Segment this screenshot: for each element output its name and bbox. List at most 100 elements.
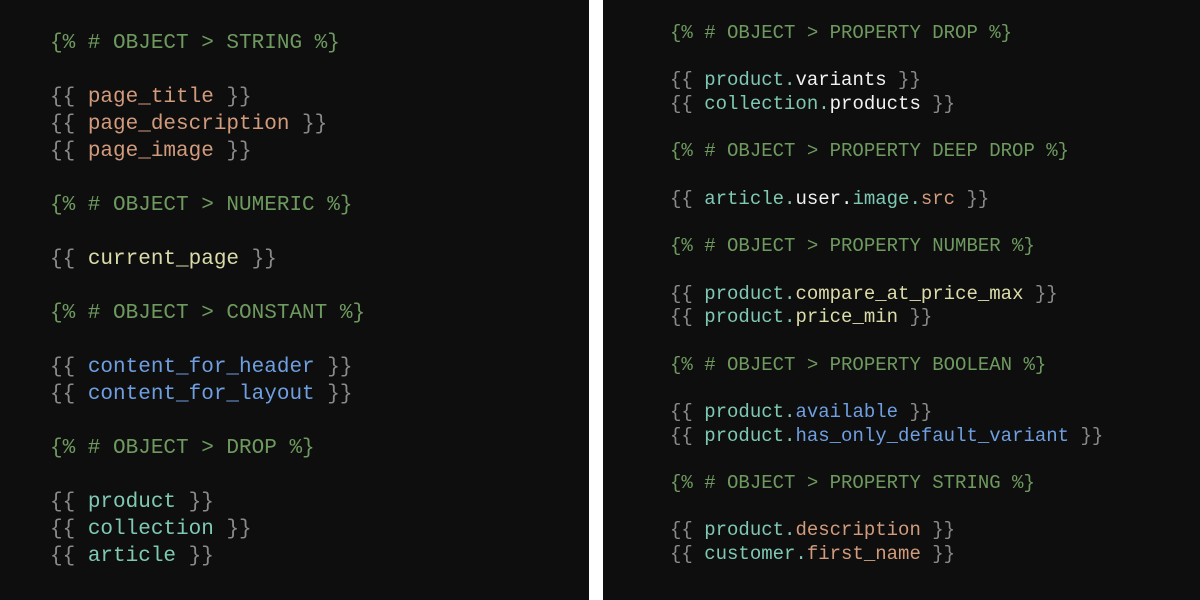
code-line: {{ product.variants }} <box>670 69 1200 93</box>
liquid-delimiter: }} <box>1023 282 1058 305</box>
liquid-delimiter: }} <box>955 187 990 210</box>
liquid-delimiter: {{ <box>670 306 705 329</box>
liquid-delimiter: {{ <box>670 69 705 92</box>
object-variable: collection <box>87 518 214 541</box>
liquid-delimiter: }} <box>176 491 214 514</box>
string-variable: page_title <box>87 86 214 109</box>
liquid-delimiter: {{ <box>50 86 88 109</box>
code-line: {% # OBJECT > PROPERTY NUMBER %} <box>670 235 1200 259</box>
liquid-delimiter: {{ <box>50 356 88 379</box>
liquid-delimiter: }} <box>920 543 956 566</box>
code-line: {{ product }} <box>50 489 589 516</box>
liquid-delimiter: }} <box>314 356 353 379</box>
liquid-delimiter: {{ <box>50 491 88 514</box>
liquid-delimiter: }} <box>1069 424 1104 447</box>
code-line: {{ product.description }} <box>670 519 1200 543</box>
object-variable: customer. <box>704 543 807 566</box>
liquid-delimiter: }} <box>920 519 956 542</box>
constant-variable: available <box>795 401 899 423</box>
code-comment: {% # OBJECT > NUMERIC %} <box>50 194 353 217</box>
object-variable: product. <box>704 424 796 447</box>
object-variable: product. <box>704 69 796 92</box>
code-line: {{ customer.first_name }} <box>670 543 1200 567</box>
liquid-delimiter: }} <box>314 383 353 406</box>
liquid-delimiter: {{ <box>670 282 705 305</box>
liquid-delimiter: {{ <box>670 93 705 116</box>
liquid-delimiter: {{ <box>670 543 705 566</box>
code-line: {% # OBJECT > PROPERTY DROP %} <box>670 22 1200 46</box>
code-line: {{ product.price_min }} <box>670 306 1200 330</box>
code-line: {% # OBJECT > PROPERTY DEEP DROP %} <box>670 140 1200 164</box>
object-variable: product. <box>704 306 796 329</box>
code-line: {{ collection.products }} <box>670 93 1200 117</box>
code-comment: {% # OBJECT > PROPERTY NUMBER %} <box>670 235 1035 258</box>
constant-variable: content_for_header <box>87 356 315 379</box>
constant-variable: content_for_layout <box>87 383 315 406</box>
code-comment: {% # OBJECT > PROPERTY STRING %} <box>670 472 1035 495</box>
code-line: {% # OBJECT > DROP %} <box>50 435 589 462</box>
liquid-delimiter: {{ <box>670 519 705 542</box>
property-name: variants <box>795 69 887 92</box>
code-line: {{ product.available }} <box>670 401 1200 425</box>
liquid-delimiter: }} <box>213 140 252 163</box>
code-comment: {% # OBJECT > CONSTANT %} <box>50 302 366 325</box>
liquid-delimiter: }} <box>886 69 921 92</box>
code-line: {% # OBJECT > NUMERIC %} <box>50 192 589 219</box>
code-line: {{ product.compare_at_price_max }} <box>670 283 1200 307</box>
object-variable: article <box>87 545 177 568</box>
liquid-delimiter: }} <box>920 93 956 116</box>
code-line: {{ collection }} <box>50 516 589 543</box>
code-line: {{ article }} <box>50 543 589 570</box>
string-variable: description <box>795 519 921 542</box>
liquid-delimiter: }} <box>176 545 214 568</box>
object-variable: article. <box>704 187 796 210</box>
liquid-delimiter: {{ <box>670 401 705 423</box>
liquid-delimiter: {{ <box>50 140 88 163</box>
code-comment: {% # OBJECT > DROP %} <box>50 437 315 460</box>
code-panel-left: {% # OBJECT > STRING %}{{ page_title }}{… <box>0 0 589 600</box>
code-line: {{ content_for_layout }} <box>50 381 589 408</box>
code-line: {{ current_page }} <box>50 246 589 273</box>
object-variable: product. <box>704 519 796 542</box>
numeric-variable: current_page <box>87 248 240 271</box>
code-line: {{ page_title }} <box>50 84 589 111</box>
property-name: products <box>829 93 921 116</box>
liquid-delimiter: }} <box>898 306 933 329</box>
string-variable: src <box>920 187 956 210</box>
liquid-delimiter: }} <box>898 401 933 423</box>
code-line: {% # OBJECT > PROPERTY STRING %} <box>670 472 1200 496</box>
liquid-delimiter: {{ <box>50 545 88 568</box>
code-line: {% # OBJECT > CONSTANT %} <box>50 300 589 327</box>
code-line: {{ page_description }} <box>50 111 589 138</box>
code-line: {{ product.has_only_default_variant }} <box>670 425 1200 449</box>
object-variable: product. <box>704 401 796 423</box>
object-variable: collection. <box>704 93 830 116</box>
object-variable: product <box>87 491 177 514</box>
liquid-delimiter: }} <box>213 518 252 541</box>
code-panel-right: {% # OBJECT > PROPERTY DROP %} {{ product… <box>603 0 1200 600</box>
code-comment: {% # OBJECT > PROPERTY DROP %} <box>670 22 1013 44</box>
code-comment: {% # OBJECT > PROPERTY BOOLEAN %} <box>670 353 1047 376</box>
code-line: {{ content_for_header }} <box>50 354 589 381</box>
code-line: {{ article.user.image.src }} <box>670 188 1200 212</box>
numeric-variable: price_min <box>795 306 899 329</box>
constant-variable: has_only_default_variant <box>795 424 1070 447</box>
liquid-delimiter: {{ <box>50 113 88 136</box>
liquid-delimiter: {{ <box>50 518 88 541</box>
liquid-delimiter: {{ <box>670 424 705 447</box>
liquid-delimiter: }} <box>289 113 328 136</box>
liquid-delimiter: {{ <box>50 248 88 271</box>
